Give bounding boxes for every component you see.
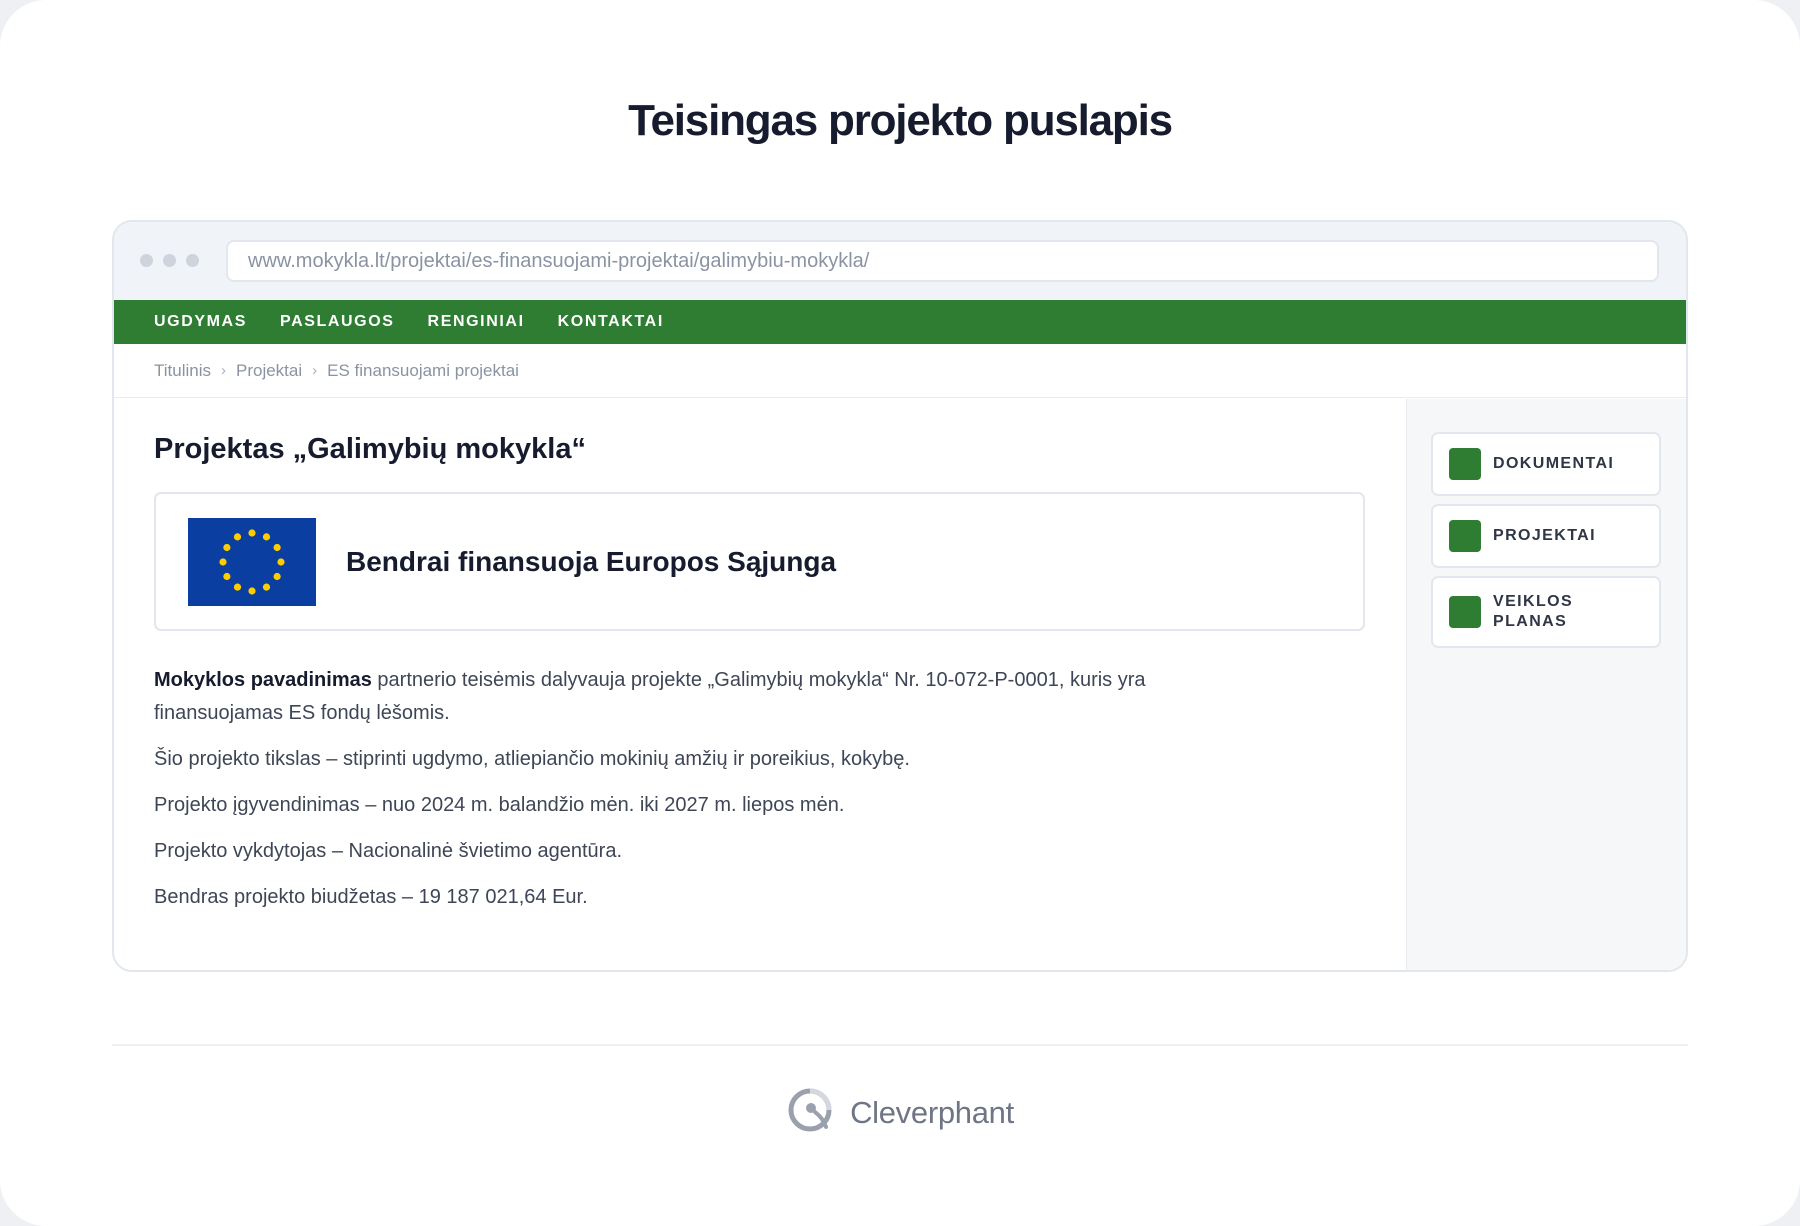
sidebar-item-label-line2: PLANAS: [1493, 613, 1568, 630]
page-heading: Teisingas projekto puslapis: [628, 96, 1173, 145]
sidebar-item-dokumentai[interactable]: DOKUMENTAI: [1431, 432, 1661, 496]
eu-star-icon: [248, 529, 256, 537]
breadcrumb: Titulinis › Projektai › ES finansuojami …: [114, 344, 1686, 398]
sidebar-item-projektai[interactable]: PROJEKTAI: [1431, 504, 1661, 568]
eu-star-icon: [248, 587, 256, 595]
window-dot-icon: [186, 254, 199, 267]
eu-star-icon: [223, 572, 231, 581]
executor-paragraph: Projekto vykdytojas – Nacionalinė švieti…: [154, 840, 623, 862]
browser-mockup: www.mokykla.lt/projektai/es-finansuojami…: [112, 220, 1688, 972]
sidebar-item-label: PROJEKTAI: [1493, 527, 1596, 544]
eu-star-icon: [273, 572, 281, 581]
goal-paragraph: Šio projekto tikslas – stiprinti ugdymo,…: [154, 748, 910, 770]
sidebar-item-label-line1: VEIKLOS: [1493, 593, 1574, 610]
chevron-right-icon: ›: [221, 362, 226, 379]
eu-star-icon: [262, 533, 271, 541]
breadcrumb-item-titulinis[interactable]: Titulinis: [154, 361, 211, 381]
content-area: Projektas „Galimybių mokykla“ Bendrai fi…: [114, 399, 1686, 970]
sidebar-item-label: DOKUMENTAI: [1493, 455, 1615, 472]
school-name: Mokyklos pavadinimas: [154, 669, 372, 691]
window-controls: [140, 254, 199, 267]
page-card: Teisingas projekto puslapis www.mokykla.…: [0, 0, 1800, 1226]
nav-item-paslaugos[interactable]: PASLAUGOS: [280, 313, 395, 331]
period-paragraph: Projekto įgyvendinimas – nuo 2024 m. bal…: [154, 794, 845, 816]
eu-star-icon: [233, 583, 242, 591]
cleverphant-logo-icon: [786, 1085, 836, 1140]
window-dot-icon: [140, 254, 153, 267]
budget-paragraph: Bendras projekto biudžetas – 19 187 021,…: [154, 886, 588, 908]
intro-paragraph: Mokyklos pavadinimas partnerio teisėmis …: [154, 664, 1264, 730]
sidebar: DOKUMENTAI PROJEKTAI VEIKLOS PLANAS: [1406, 399, 1686, 970]
nav-item-renginiai[interactable]: RENGINIAI: [428, 313, 525, 331]
nav-item-kontaktai[interactable]: KONTAKTAI: [558, 313, 664, 331]
main-nav: UGDYMAS PASLAUGOS RENGINIAI KONTAKTAI: [114, 300, 1686, 344]
eu-funding-text: Bendrai finansuoja Europos Sąjunga: [346, 546, 837, 577]
browser-chrome: www.mokykla.lt/projektai/es-finansuojami…: [114, 222, 1686, 300]
eu-star-icon: [219, 558, 227, 566]
eu-star-icon: [273, 543, 281, 552]
eu-funding-banner: Bendrai finansuoja Europos Sąjunga: [154, 492, 1365, 631]
sidebar-item-label: VEIKLOS PLANAS: [1493, 592, 1573, 632]
sidebar-item-veiklos-planas[interactable]: VEIKLOS PLANAS: [1431, 576, 1661, 648]
nav-item-ugdymas[interactable]: UGDYMAS: [154, 313, 247, 331]
brand-name: Cleverphant: [850, 1094, 1014, 1130]
main-content: Projektas „Galimybių mokykla“ Bendrai fi…: [154, 399, 1366, 914]
eu-star-icon: [233, 533, 242, 541]
eu-flag-icon: [188, 518, 316, 606]
square-icon: [1449, 520, 1481, 552]
square-icon: [1449, 448, 1481, 480]
breadcrumb-item-projektai[interactable]: Projektai: [236, 361, 302, 381]
square-icon: [1449, 596, 1481, 628]
eu-star-icon: [277, 558, 285, 566]
footer: Cleverphant: [0, 1085, 1800, 1140]
window-dot-icon: [163, 254, 176, 267]
project-title: Projektas „Galimybių mokykla“: [154, 433, 586, 465]
url-bar[interactable]: www.mokykla.lt/projektai/es-finansuojami…: [226, 240, 1659, 282]
chevron-right-icon: ›: [312, 362, 318, 379]
eu-star-icon: [262, 583, 271, 591]
eu-star-icon: [223, 543, 231, 552]
breadcrumb-item-es-projektai[interactable]: ES finansuojami projektai: [327, 361, 519, 381]
footer-divider: [112, 1044, 1688, 1046]
